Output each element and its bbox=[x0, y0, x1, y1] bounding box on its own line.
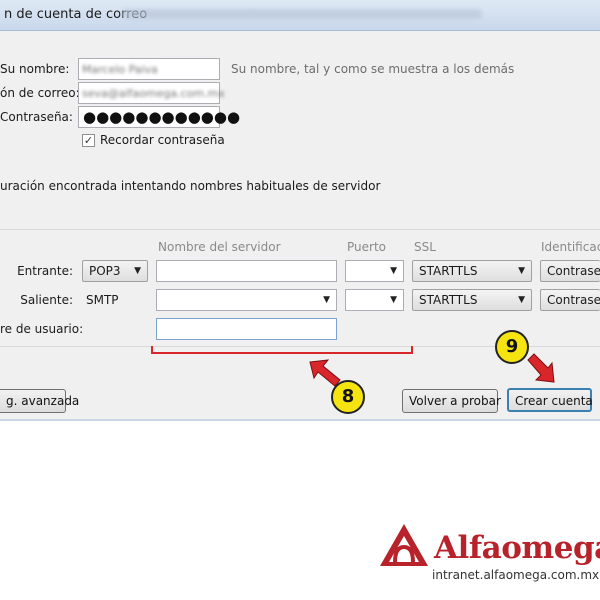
incoming-port-select[interactable]: ▼ bbox=[345, 260, 404, 282]
incoming-ssl-select[interactable]: STARTTLS ▼ bbox=[412, 260, 532, 282]
annotation-arrow-9 bbox=[527, 353, 555, 383]
chevron-down-icon: ▼ bbox=[518, 266, 525, 276]
outgoing-server-select[interactable]: ▼ bbox=[156, 289, 337, 311]
outgoing-protocol: SMTP bbox=[86, 293, 119, 307]
chevron-down-icon: ▼ bbox=[390, 295, 397, 305]
username-label: re de usuario: bbox=[0, 322, 84, 336]
alfaomega-logo: Alfaomega intranet.alfaomega.com.mx bbox=[378, 520, 600, 590]
password-input[interactable]: ●●●●●●●●●●●● bbox=[78, 106, 240, 128]
outgoing-auth-select[interactable]: Contraseñ bbox=[540, 289, 600, 311]
section-divider-top bbox=[0, 229, 600, 230]
create-account-button[interactable]: Crear cuenta bbox=[507, 388, 593, 412]
chevron-down-icon: ▼ bbox=[518, 295, 525, 305]
remember-password-label: Recordar contraseña bbox=[100, 133, 225, 147]
incoming-protocol-select[interactable]: POP3 ▼ bbox=[82, 260, 148, 282]
chevron-down-icon: ▼ bbox=[323, 295, 330, 305]
column-header-auth: Identificació bbox=[541, 240, 600, 254]
status-message: uración encontrada intentando nombres ha… bbox=[0, 179, 381, 193]
alfaomega-emblem-icon bbox=[380, 524, 428, 566]
chevron-down-icon: ▼ bbox=[390, 266, 397, 276]
outgoing-ssl-select[interactable]: STARTTLS ▼ bbox=[412, 289, 532, 311]
outgoing-port-select[interactable]: ▼ bbox=[345, 289, 404, 311]
email-label: ón de correo: bbox=[0, 86, 80, 100]
column-header-server: Nombre del servidor bbox=[158, 240, 281, 254]
password-label: Contraseña: bbox=[0, 110, 73, 124]
title-bar: n de cuenta de correo bbox=[0, 0, 600, 31]
username-input[interactable] bbox=[156, 318, 337, 340]
annotation-bracket bbox=[151, 346, 413, 354]
incoming-auth-select[interactable]: Contraseñ bbox=[540, 260, 600, 282]
column-header-ssl: SSL bbox=[414, 240, 436, 254]
advanced-config-button[interactable]: g. avanzada bbox=[0, 389, 79, 413]
email-input[interactable]: seva@alfaomega.com.mx bbox=[78, 82, 225, 104]
column-header-port: Puerto bbox=[347, 240, 386, 254]
incoming-label: Entrante: bbox=[17, 264, 73, 278]
window-bottom-edge bbox=[0, 419, 600, 421]
logo-name: Alfaomega bbox=[434, 530, 600, 566]
outgoing-label: Saliente: bbox=[20, 293, 73, 307]
chevron-down-icon: ▼ bbox=[134, 266, 141, 276]
name-label: Su nombre: bbox=[0, 62, 70, 76]
blurred-title-text bbox=[122, 9, 482, 19]
remember-password-checkbox[interactable]: ✓ bbox=[82, 134, 95, 147]
incoming-server-input[interactable] bbox=[156, 260, 337, 282]
name-hint: Su nombre, tal y como se muestra a los d… bbox=[231, 62, 515, 76]
logo-url: intranet.alfaomega.com.mx bbox=[432, 568, 600, 582]
retry-button[interactable]: Volver a probar bbox=[402, 389, 501, 413]
annotation-badge-8: 8 bbox=[331, 380, 365, 414]
name-input[interactable]: Marcelo Paiva bbox=[78, 58, 220, 80]
